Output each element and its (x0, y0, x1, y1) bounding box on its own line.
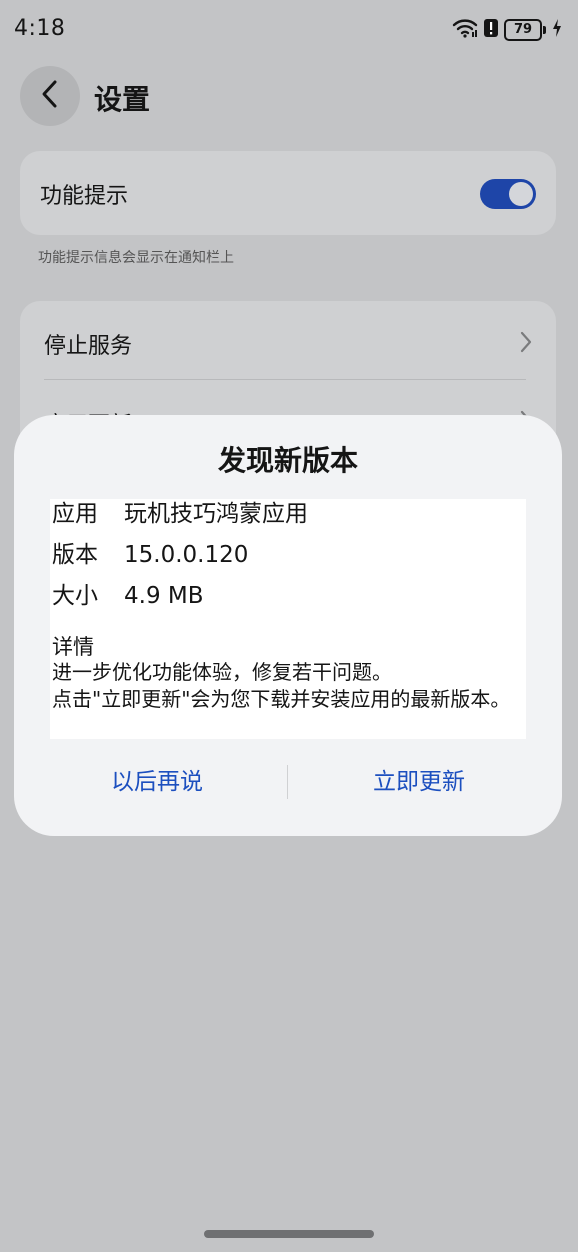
dialog-body: 应用 玩机技巧鸿蒙应用 版本 15.0.0.120 大小 4.9 MB 详情 进一步优… (50, 499, 526, 739)
status-icons: 79 (452, 18, 562, 42)
chevron-left-icon (40, 79, 60, 113)
later-button[interactable]: 以后再说 (44, 762, 270, 802)
info-value: 15.0.0.120 (124, 542, 249, 568)
feature-hint-caption: 功能提示信息会显示在通知栏上 (38, 250, 234, 266)
info-value: 玩机技巧鸿蒙应用 (124, 501, 308, 527)
update-now-button[interactable]: 立即更新 (306, 762, 532, 802)
details-title: 详情 (52, 635, 94, 659)
charging-icon (552, 18, 562, 42)
info-value: 4.9 MB (124, 583, 204, 609)
alert-icon (484, 18, 498, 42)
info-key: 应用 (52, 501, 98, 527)
page-title: 设置 (94, 83, 151, 116)
menu-item-stop-service[interactable]: 停止服务 (20, 301, 556, 379)
back-button[interactable] (20, 66, 80, 126)
info-row-size: 大小 4.9 MB (52, 581, 204, 611)
battery-level: 79 (504, 19, 542, 41)
info-row-version: 版本 15.0.0.120 (52, 540, 248, 570)
feature-hint-card: 功能提示 (20, 151, 556, 235)
status-time: 4:18 (14, 16, 66, 41)
details-line: 进一步优化功能体验，修复若干问题。 (52, 660, 392, 684)
details-line: 点击"立即更新"会为您下载并安装应用的最新版本。 (52, 687, 511, 711)
info-key: 大小 (52, 583, 98, 609)
feature-hint-label: 功能提示 (40, 184, 129, 209)
feature-hint-toggle[interactable] (480, 179, 536, 209)
menu-item-label: 停止服务 (44, 334, 133, 359)
info-key: 版本 (52, 542, 98, 568)
dialog-title: 发现新版本 (217, 444, 358, 477)
wifi-icon (452, 18, 478, 42)
info-row-app: 应用 玩机技巧鸿蒙应用 (52, 499, 308, 529)
toggle-knob (509, 182, 533, 206)
battery-icon: 79 (504, 19, 546, 41)
button-divider (287, 765, 288, 799)
update-dialog: 发现新版本 应用 玩机技巧鸿蒙应用 版本 15.0.0.120 大小 4.9 MB 详… (14, 415, 562, 836)
chevron-right-icon (520, 331, 532, 357)
home-indicator[interactable] (204, 1230, 374, 1238)
details-text: 进一步优化功能体验，修复若干问题。 点击"立即更新"会为您下载并安装应用的最新版… (52, 659, 512, 713)
